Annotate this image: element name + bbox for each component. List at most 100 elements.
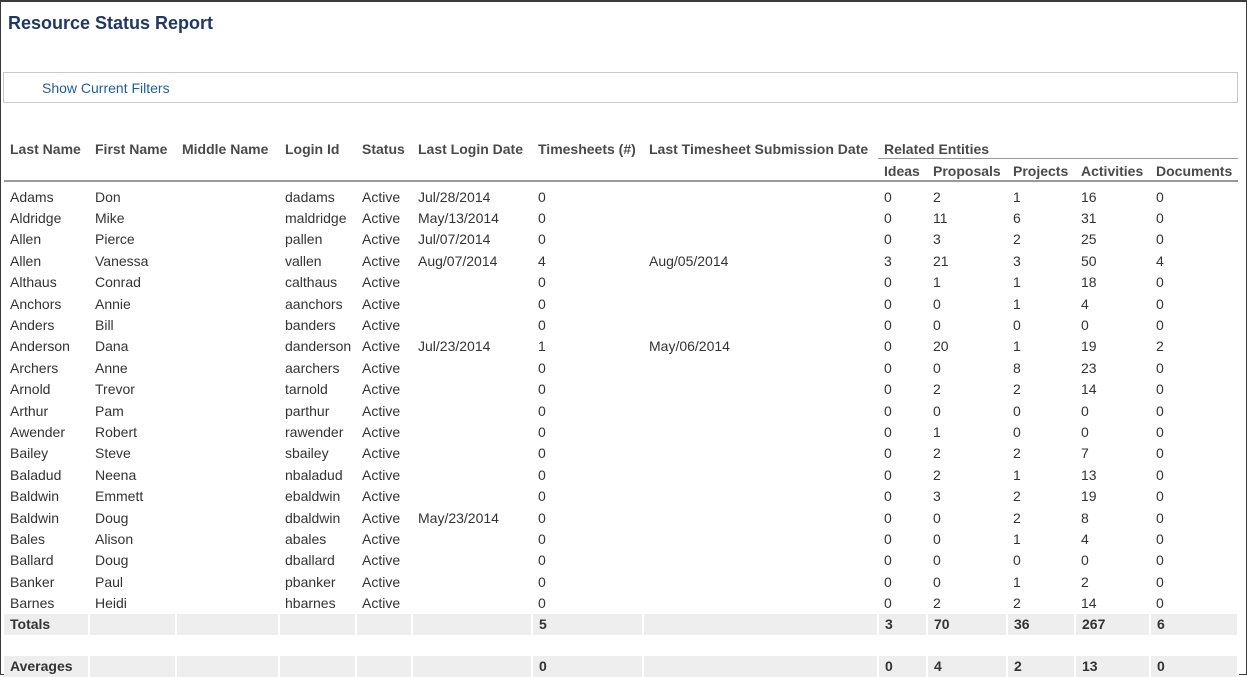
cell-projects: 8 (1013, 359, 1021, 376)
cell-proposals: 2 (933, 445, 941, 462)
cell-last-login-date (412, 528, 532, 549)
table-row[interactable]: Baldwin Doug dbaldwin Active May/23/2014 0 0 0 2… (4, 507, 1238, 528)
table-row[interactable]: Aldridge Mike maldridge Active May/13/2014 0 0… (4, 207, 1238, 228)
col-header-first-name[interactable]: First Name (89, 137, 176, 182)
page-title: Resource Status Report (8, 13, 214, 33)
cell-activities: 14 (1081, 381, 1097, 398)
cell-proposals: 0 (933, 295, 941, 312)
cell-documents: 0 (1156, 445, 1164, 462)
col-group-related-entities: Related Entities (878, 137, 1239, 159)
cell-documents: 0 (1156, 381, 1164, 398)
col-header-last-timesheet-date[interactable]: Last Timesheet Submission Date (643, 137, 878, 182)
averages-projects: 2 (1007, 655, 1076, 677)
table-row[interactable]: Allen Pierce pallen Active Jul/07/2014 0 0 3 2 25… (4, 229, 1238, 250)
cell-login-id: ebaldwin (285, 488, 341, 505)
cell-last-login-date (412, 485, 532, 506)
cell-first-name: Conrad (95, 274, 141, 291)
cell-projects: 1 (1013, 188, 1021, 205)
cell-last-name: Allen (10, 252, 42, 269)
table-row[interactable]: Anchors Annie aanchors Active 0 0 0 1 4 0 (4, 293, 1238, 314)
cell-documents: 0 (1156, 402, 1164, 419)
table-row[interactable]: Baladud Neena nbaladud Active 0 0 2 1 13 0 (4, 464, 1238, 485)
cell-status: Active (362, 445, 401, 462)
cell-ideas: 0 (884, 595, 892, 612)
cell-last-name: Anders (10, 317, 55, 334)
cell-proposals: 0 (933, 509, 941, 526)
cell-documents: 0 (1156, 231, 1164, 248)
cell-activities: 19 (1081, 338, 1097, 355)
col-header-documents[interactable]: Documents (1150, 158, 1239, 182)
cell-proposals: 0 (933, 530, 941, 547)
col-header-login-id[interactable]: Login Id (279, 137, 356, 182)
table-row[interactable]: Bailey Steve sbailey Active 0 0 2 2 7 0 (4, 443, 1238, 464)
totals-gap (4, 634, 1239, 656)
cell-proposals: 0 (933, 359, 941, 376)
cell-activities: 14 (1081, 595, 1097, 612)
cell-status: Active (362, 466, 401, 483)
cell-last-name: Arthur (10, 402, 49, 419)
table-row[interactable]: Ballard Doug dballard Active 0 0 0 0 0 0 (4, 550, 1238, 571)
cell-last-login-date (412, 550, 532, 571)
cell-status: Active (362, 231, 401, 248)
cell-login-id: hbarnes (285, 595, 336, 612)
cell-last-timesheet-date (643, 272, 878, 293)
cell-last-name: Archers (10, 359, 59, 376)
cell-last-login-date (412, 464, 532, 485)
cell-middle-name (176, 421, 279, 442)
cell-first-name: Paul (95, 573, 124, 590)
cell-status: Active (362, 552, 401, 569)
cell-last-name: Anchors (10, 295, 62, 312)
table-row[interactable]: Archers Anne aarchers Active 0 0 0 8 23 0 (4, 357, 1238, 378)
table-row[interactable]: Bales Alison abales Active 0 0 0 1 4 0 (4, 528, 1238, 549)
col-header-timesheets[interactable]: Timesheets (#) (532, 137, 643, 182)
cell-documents: 0 (1156, 488, 1164, 505)
cell-last-login-date (412, 293, 532, 314)
cell-last-timesheet-date (643, 443, 878, 464)
col-header-projects[interactable]: Projects (1007, 158, 1075, 182)
table-row[interactable]: Anderson Dana danderson Active Jul/23/2014 1 M… (4, 336, 1238, 357)
cell-timesheets: 0 (538, 317, 546, 334)
col-header-last-name[interactable]: Last Name (4, 137, 89, 182)
cell-first-name: Mike (95, 210, 125, 227)
cell-first-name: Pam (95, 402, 124, 419)
show-current-filters-link[interactable]: Show Current Filters (42, 80, 170, 96)
resource-status-table: Last Name First Name Middle Name Login I… (4, 137, 1240, 677)
cell-timesheets: 0 (538, 274, 546, 291)
table-row[interactable]: Allen Vanessa vallen Active Aug/07/2014 4 Aug/… (4, 250, 1238, 271)
table-row[interactable]: Adams Don dadams Active Jul/28/2014 0 0 2 1 16 0 (4, 186, 1238, 207)
table-row[interactable]: Arthur Pam parthur Active 0 0 0 0 0 0 (4, 400, 1238, 421)
cell-last-timesheet-date (643, 357, 878, 378)
cell-login-id: vallen (285, 252, 322, 269)
table-row[interactable]: Arnold Trevor tarnold Active 0 0 2 2 14 0 (4, 379, 1238, 400)
cell-status: Active (362, 359, 401, 376)
col-header-activities[interactable]: Activities (1075, 158, 1150, 182)
cell-ideas: 0 (884, 188, 892, 205)
col-header-last-login-date[interactable]: Last Login Date (412, 137, 532, 182)
cell-status: Active (362, 402, 401, 419)
table-row[interactable]: Banker Paul pbanker Active 0 0 0 1 2 0 (4, 571, 1238, 592)
cell-middle-name (176, 293, 279, 314)
cell-login-id: danderson (285, 338, 352, 355)
table-row[interactable]: Barnes Heidi hbarnes Active 0 0 2 2 14 0 (4, 592, 1238, 613)
cell-last-name: Barnes (10, 595, 55, 612)
cell-projects: 2 (1013, 488, 1021, 505)
cell-middle-name (176, 379, 279, 400)
table-row[interactable]: Anders Bill banders Active 0 0 0 0 0 0 (4, 314, 1238, 335)
col-header-ideas[interactable]: Ideas (878, 158, 927, 182)
cell-middle-name (176, 400, 279, 421)
table-row[interactable]: Althaus Conrad calthaus Active 0 0 1 1 18 0 (4, 272, 1238, 293)
table-row[interactable]: Baldwin Emmett ebaldwin Active 0 0 3 2 19 0 (4, 485, 1238, 506)
cell-ideas: 0 (884, 274, 892, 291)
table-row[interactable]: Awender Robert rawender Active 0 0 1 0 0 0 (4, 421, 1238, 442)
cell-timesheets: 0 (538, 488, 546, 505)
cell-status: Active (362, 573, 401, 590)
cell-status: Active (362, 252, 401, 269)
cell-first-name: Dana (95, 338, 129, 355)
cell-projects: 2 (1013, 509, 1021, 526)
cell-documents: 0 (1156, 423, 1164, 440)
col-header-middle-name[interactable]: Middle Name (176, 137, 279, 182)
col-header-status[interactable]: Status (356, 137, 412, 182)
cell-last-name: Anderson (10, 338, 70, 355)
averages-label: Averages (4, 655, 90, 677)
col-header-proposals[interactable]: Proposals (927, 158, 1007, 182)
